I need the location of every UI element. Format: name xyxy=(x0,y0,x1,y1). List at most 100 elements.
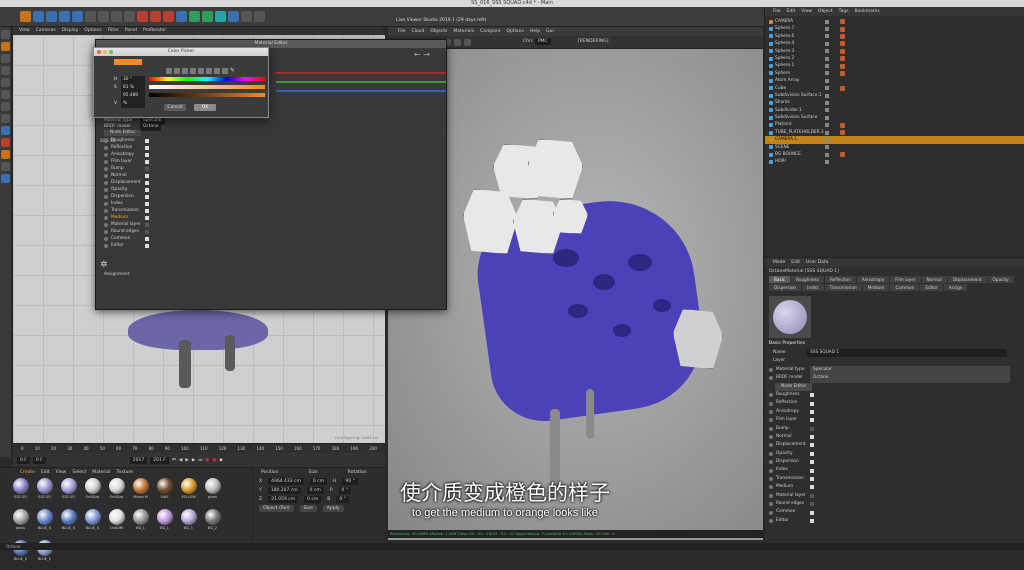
editor-channel-checkbox[interactable] xyxy=(145,138,149,143)
assignment-label[interactable]: Assignment xyxy=(104,272,129,277)
material-tag-icon[interactable] xyxy=(840,19,845,25)
prev-frame-icon[interactable]: ◀ xyxy=(179,458,182,463)
channel-checkbox[interactable] xyxy=(810,418,814,423)
attribute-tab[interactable]: Medium xyxy=(862,284,890,291)
keyframe-dot-icon[interactable] xyxy=(769,435,773,440)
viewport-menu-panel[interactable]: Panel xyxy=(125,27,137,35)
scale-tool-icon[interactable] xyxy=(46,11,57,22)
octane-icon[interactable] xyxy=(1,138,10,147)
attribute-tab[interactable]: Anisotropy xyxy=(856,276,890,283)
viewport-menu-cameras[interactable]: Cameras xyxy=(36,27,56,35)
keyframe-dot-icon[interactable] xyxy=(769,418,773,423)
channel-checkbox[interactable] xyxy=(810,443,814,448)
material-swatch[interactable]: glass xyxy=(10,509,31,537)
lv-menu-materials[interactable]: Materials xyxy=(453,27,474,36)
editor-channel-checkbox[interactable] xyxy=(145,236,149,241)
editor-channel-checkbox[interactable] xyxy=(145,187,149,192)
me-node-editor-button[interactable]: Node Editor xyxy=(104,130,142,136)
deformer-icon[interactable] xyxy=(215,11,226,22)
attribute-tab[interactable]: Assign xyxy=(943,284,968,291)
keyframe-dot-icon[interactable] xyxy=(104,187,108,192)
color-wheel-icon[interactable] xyxy=(166,68,172,74)
channel-checkbox[interactable] xyxy=(810,451,814,456)
object-row[interactable]: Sphere.2 xyxy=(765,55,1024,62)
material-swatch[interactable]: SSS SQ xyxy=(10,478,31,506)
keyframe-dot-icon[interactable] xyxy=(769,393,773,398)
editor-channel-row[interactable]: Medium xyxy=(100,214,200,221)
visibility-toggle[interactable] xyxy=(825,137,829,142)
object-row[interactable]: Subdivision Surface.1 xyxy=(765,92,1024,99)
visibility-toggle[interactable] xyxy=(825,78,829,83)
keyframe-dot-icon[interactable] xyxy=(104,236,108,241)
visibility-toggle[interactable] xyxy=(825,100,829,105)
editor-channel-row[interactable]: Anisotropy xyxy=(100,151,200,158)
material-swatch[interactable]: VIAS xyxy=(154,478,175,506)
editor-channel-row[interactable]: Displacement xyxy=(100,179,200,186)
object-row[interactable]: Subdivision Surface xyxy=(765,114,1024,121)
visibility-toggle[interactable] xyxy=(825,41,829,46)
visibility-toggle[interactable] xyxy=(825,34,829,39)
om-menu-object[interactable]: Object xyxy=(818,7,833,16)
keyframe-dot-icon[interactable] xyxy=(104,138,108,143)
keyframe-dot-icon[interactable] xyxy=(104,201,108,206)
brdf-model-select[interactable]: Octane xyxy=(810,374,1010,383)
close-icon[interactable] xyxy=(97,50,101,54)
mm-menu-view[interactable]: View xyxy=(56,470,67,475)
cube-icon[interactable] xyxy=(176,11,187,22)
attribute-tab[interactable]: Index xyxy=(802,284,824,291)
om-menu-tags[interactable]: Tags xyxy=(839,7,849,16)
image-picker-icon[interactable] xyxy=(182,68,188,74)
polygons-mode-icon[interactable] xyxy=(1,78,10,87)
keyframe-dot-icon[interactable] xyxy=(769,468,773,473)
object-row[interactable]: Atom Array xyxy=(765,77,1024,84)
attribute-tab[interactable]: Reflection xyxy=(824,276,856,283)
editor-channel-row[interactable]: Dispersion xyxy=(100,193,200,200)
editor-channel-checkbox[interactable] xyxy=(145,152,149,157)
channel-checkbox[interactable] xyxy=(810,510,814,515)
rotate-tool-icon[interactable] xyxy=(59,11,70,22)
attribute-tab[interactable]: Editor xyxy=(920,284,943,291)
visibility-toggle[interactable] xyxy=(825,160,829,165)
channel-checkbox[interactable] xyxy=(810,493,814,498)
play-icon[interactable]: ▶ xyxy=(185,458,188,463)
mm-menu-create[interactable]: Create xyxy=(20,470,35,475)
attribute-tab[interactable]: Roughness xyxy=(791,276,824,283)
mm-menu-material[interactable]: Material xyxy=(92,470,110,475)
visibility-toggle[interactable] xyxy=(825,56,829,61)
attribute-tab[interactable]: Opacity xyxy=(987,276,1014,283)
editor-channel-checkbox[interactable] xyxy=(145,208,149,213)
preview-end-field[interactable]: 201 F xyxy=(150,456,169,464)
render-picture-viewer-icon[interactable] xyxy=(150,11,161,22)
keyframe-dot-icon[interactable] xyxy=(104,229,108,234)
attribute-tab[interactable]: Transmission xyxy=(824,284,862,291)
coord-mode-select[interactable]: Object (Rel) xyxy=(259,505,294,512)
ok-button[interactable]: OK xyxy=(194,104,216,111)
keyframe-dot-icon[interactable] xyxy=(769,376,773,381)
object-row[interactable]: HDRI xyxy=(765,158,1024,165)
next-frame-icon[interactable]: ▶ xyxy=(192,458,195,463)
editor-channel-row[interactable]: Transmission xyxy=(100,207,200,214)
material-swatch[interactable]: OctGlas xyxy=(82,478,103,506)
material-swatch[interactable]: YELLOW xyxy=(178,478,199,506)
keyframe-dot-icon[interactable] xyxy=(769,510,773,515)
om-menu-edit[interactable]: Edit xyxy=(787,7,796,16)
material-swatch[interactable]: BG_L xyxy=(130,509,151,537)
keyframe-dot-icon[interactable] xyxy=(104,173,108,178)
keyframe-dot-icon[interactable] xyxy=(769,409,773,414)
om-menu-bookmarks[interactable]: Bookmarks xyxy=(855,7,880,16)
material-tag-icon[interactable] xyxy=(840,41,845,47)
subdivision-icon[interactable] xyxy=(189,11,200,22)
channel-checkbox[interactable] xyxy=(810,426,814,431)
pick-material-icon[interactable] xyxy=(454,39,461,46)
editor-channel-checkbox[interactable] xyxy=(145,145,149,150)
channel-checkbox[interactable] xyxy=(810,401,814,406)
goto-start-icon[interactable]: ⏮ xyxy=(172,457,176,463)
channel-checkbox[interactable] xyxy=(810,485,814,490)
coordinate-system-icon[interactable] xyxy=(124,11,135,22)
material-tag-icon[interactable] xyxy=(840,122,845,128)
material-swatch[interactable]: BLUE_S xyxy=(82,509,103,537)
paint-icon[interactable] xyxy=(1,162,10,171)
light-icon[interactable] xyxy=(254,11,265,22)
undo-icon[interactable] xyxy=(20,11,31,22)
object-row[interactable]: Shards xyxy=(765,99,1024,106)
